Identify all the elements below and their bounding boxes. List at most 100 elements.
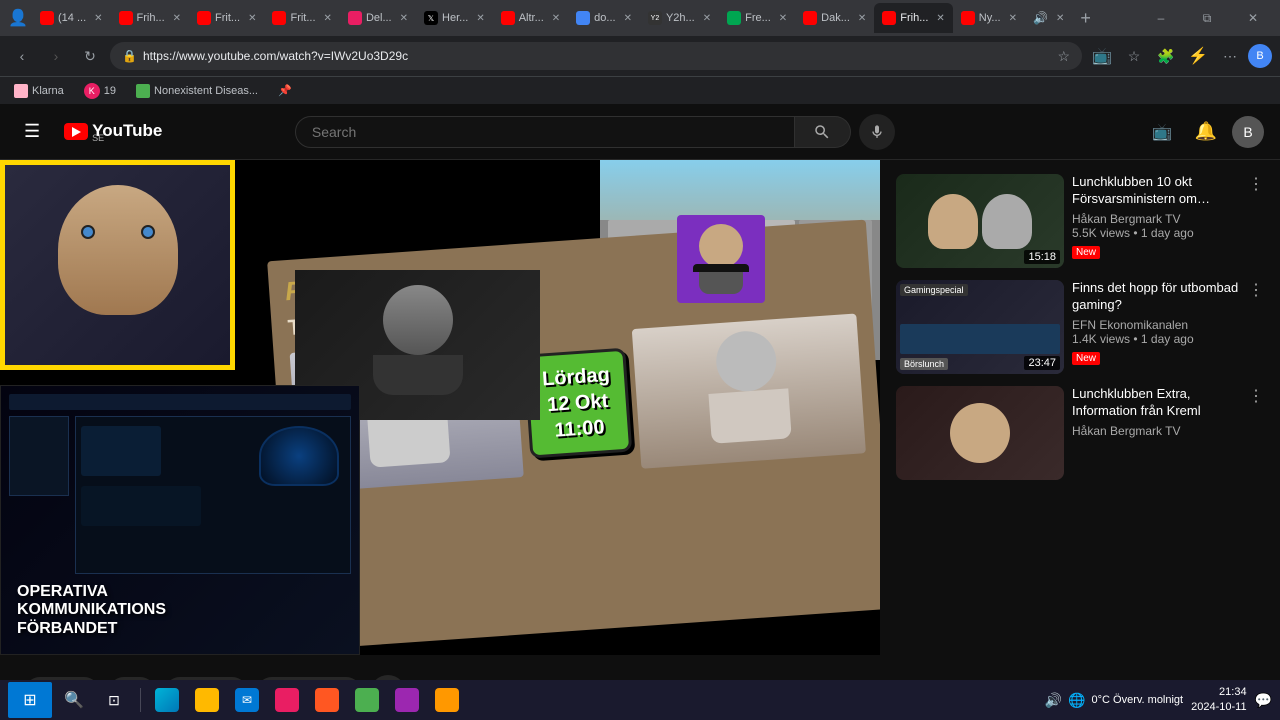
- tab-11[interactable]: Dak... ✕: [795, 3, 874, 33]
- tab-3[interactable]: Frit... ✕: [189, 3, 264, 33]
- search-button[interactable]: [795, 116, 851, 148]
- restore-button[interactable]: ⧉: [1184, 0, 1230, 36]
- related-channel-1: Håkan Bergmark TV: [1072, 212, 1240, 226]
- tab-7[interactable]: Altr... ✕: [493, 3, 568, 33]
- address-bar[interactable]: 🔒 https://www.youtube.com/watch?v=IWv2Uo…: [110, 42, 1082, 70]
- related-more-3[interactable]: ⋮: [1248, 386, 1264, 480]
- cast-button[interactable]: 📺: [1088, 42, 1116, 70]
- tab-4[interactable]: Frit... ✕: [264, 3, 339, 33]
- tab-8[interactable]: do... ✕: [568, 3, 640, 33]
- taskbar-app3[interactable]: [389, 682, 425, 718]
- yt-menu-button[interactable]: ☰: [16, 113, 48, 150]
- back-button[interactable]: ‹: [8, 42, 36, 70]
- taskbar-edge[interactable]: [149, 682, 185, 718]
- tab-9[interactable]: Y2 Y2h... ✕: [640, 3, 719, 33]
- tab-favicon-6: 𝕏: [424, 11, 438, 25]
- tab-10[interactable]: Fre... ✕: [719, 3, 795, 33]
- network-icon[interactable]: 🌐: [1068, 692, 1085, 709]
- tab-close-13[interactable]: ✕: [1009, 13, 1017, 24]
- related-thumb-3: [896, 386, 1064, 480]
- taskbar-media[interactable]: [269, 682, 305, 718]
- start-button[interactable]: ⊞: [8, 682, 52, 718]
- tab-close-5[interactable]: ✕: [400, 13, 408, 24]
- tab-label-12: Frih...: [900, 12, 928, 24]
- tab-favicon-8: [576, 11, 590, 25]
- related-item-3[interactable]: Lunchklubben Extra, Information från Kre…: [896, 380, 1264, 486]
- edge-copilot-button[interactable]: ⚡: [1184, 42, 1212, 70]
- close-button[interactable]: ✕: [1230, 0, 1276, 36]
- profile-avatar[interactable]: B: [1248, 44, 1272, 68]
- tab-audio-close[interactable]: ✕: [1056, 13, 1064, 24]
- yt-play-triangle: [72, 127, 81, 137]
- bookmark-save[interactable]: 📌: [272, 82, 298, 99]
- star-icon[interactable]: ☆: [1057, 48, 1070, 65]
- taskbar-app4[interactable]: [429, 682, 465, 718]
- related-badge-wrap-1: New: [1072, 242, 1240, 260]
- tab-1[interactable]: (14 ... ✕: [32, 3, 111, 33]
- minimize-button[interactable]: –: [1138, 0, 1184, 36]
- taskbar-explorer[interactable]: [189, 682, 225, 718]
- video-player[interactable]: OPERATIVA KOMMUNIKATIONS FÖRBANDET: [0, 160, 880, 655]
- tab-5[interactable]: Del... ✕: [340, 3, 416, 33]
- tab-2[interactable]: Frih... ✕: [111, 3, 190, 33]
- tab-close-12[interactable]: ✕: [936, 13, 944, 24]
- browser-chrome: 👤 (14 ... ✕ Frih... ✕ Frit... ✕ Frit... …: [0, 0, 1280, 104]
- new-tab-button[interactable]: +: [1072, 8, 1099, 29]
- tab-close-8[interactable]: ✕: [624, 13, 632, 24]
- tab-close-7[interactable]: ✕: [552, 13, 560, 24]
- tab-12-active[interactable]: Frih... ✕: [874, 3, 953, 33]
- profile-menu-icon[interactable]: 👤: [4, 4, 32, 32]
- related-thumb-2: Gamingspecial Börslunch 23:47: [896, 280, 1064, 374]
- taskbar-app1[interactable]: [309, 682, 345, 718]
- tab-6[interactable]: 𝕏 Her... ✕: [416, 3, 493, 33]
- bookmark-klarna[interactable]: Klarna: [8, 82, 70, 100]
- more-button[interactable]: ⋯: [1216, 42, 1244, 70]
- notification-icon[interactable]: 💬: [1255, 692, 1272, 709]
- tab-favicon-2: [119, 11, 133, 25]
- headphone-person: [691, 224, 751, 294]
- reload-button[interactable]: ↻: [76, 42, 104, 70]
- related-more-1[interactable]: ⋮: [1248, 174, 1264, 268]
- left-eye: [81, 225, 95, 239]
- app2-icon: [355, 688, 379, 712]
- tab-close-9[interactable]: ✕: [703, 13, 711, 24]
- bookmark-nonexistent[interactable]: Nonexistent Diseas...: [130, 82, 264, 100]
- taskbar-mail[interactable]: ✉: [229, 682, 265, 718]
- volume-icon[interactable]: 🔊: [1045, 692, 1062, 709]
- user-avatar[interactable]: B: [1232, 116, 1264, 148]
- yt-logo[interactable]: YouTube SE: [64, 121, 162, 143]
- related-item-2[interactable]: Gamingspecial Börslunch 23:47 Finns det …: [896, 274, 1264, 380]
- face-1-shape: [48, 185, 188, 345]
- mic-button[interactable]: [859, 114, 895, 150]
- bookmark-19[interactable]: K 19: [78, 81, 122, 101]
- tab-close-10[interactable]: ✕: [779, 13, 787, 24]
- bookmark-button[interactable]: ☆: [1120, 42, 1148, 70]
- taskbar-clock[interactable]: 21:34 2024-10-11: [1191, 685, 1246, 716]
- tab-close-1[interactable]: ✕: [94, 13, 102, 24]
- search-taskbar-button[interactable]: 🔍: [56, 682, 92, 718]
- face-a: [928, 194, 978, 249]
- taskbar-app2[interactable]: [349, 682, 385, 718]
- tab-favicon-7: [501, 11, 515, 25]
- tab-close-6[interactable]: ✕: [476, 13, 484, 24]
- tab-close-3[interactable]: ✕: [248, 13, 256, 24]
- related-item-1[interactable]: 15:18 Lunchklubben 10 okt Försvarsminist…: [896, 168, 1264, 274]
- person-shoulders: [373, 355, 463, 395]
- tab-close-2[interactable]: ✕: [173, 13, 181, 24]
- related-more-2[interactable]: ⋮: [1248, 280, 1264, 374]
- cast-icon-button[interactable]: 📺: [1144, 114, 1180, 150]
- extensions-button[interactable]: 🧩: [1152, 42, 1180, 70]
- gaming-label: Gamingspecial: [900, 284, 968, 296]
- search-input[interactable]: [312, 124, 778, 140]
- tab-label-2: Frih...: [137, 12, 165, 24]
- notifications-button[interactable]: 🔔: [1188, 114, 1224, 150]
- screen-content-2: [81, 486, 201, 526]
- task-view-button[interactable]: ⊡: [96, 682, 132, 718]
- tab-close-4[interactable]: ✕: [324, 13, 332, 24]
- search-taskbar-icon: 🔍: [64, 690, 84, 710]
- tab-audio[interactable]: 🔊 ✕: [1025, 3, 1072, 33]
- app3-icon: [395, 688, 419, 712]
- forward-button[interactable]: ›: [42, 42, 70, 70]
- tab-13[interactable]: Ny... ✕: [953, 3, 1025, 33]
- tab-close-11[interactable]: ✕: [858, 13, 866, 24]
